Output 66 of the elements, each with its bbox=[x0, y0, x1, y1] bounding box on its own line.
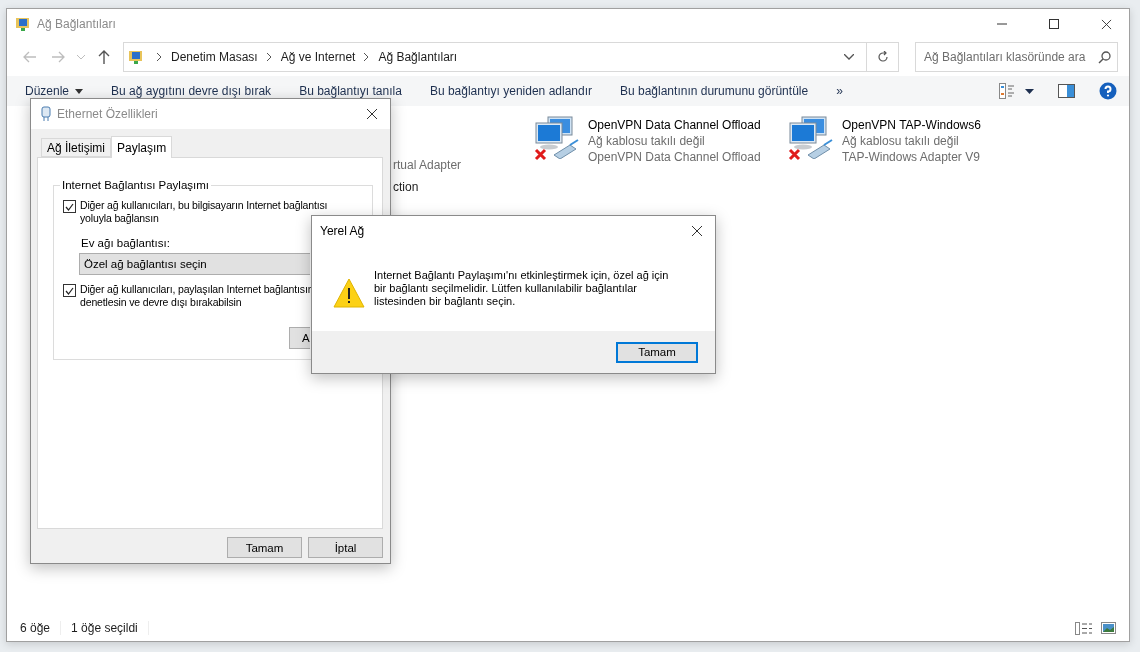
help-icon[interactable] bbox=[1099, 82, 1117, 100]
address-bar[interactable]: Denetim Masası Ağ ve Internet Ağ Bağlantıları bbox=[123, 42, 899, 72]
item-detail: rtual Adapter bbox=[393, 158, 462, 172]
up-arrow-icon bbox=[98, 50, 110, 64]
dialog-title: Ethernet Özellikleri bbox=[57, 107, 159, 121]
connection-name[interactable]: OpenVPN TAP-Windows6 bbox=[842, 118, 981, 132]
status-text: 1 öğe seçildi bbox=[71, 621, 149, 635]
device-name: TAP-Windows Adapter V9 bbox=[842, 150, 981, 164]
back-arrow-icon bbox=[23, 51, 37, 63]
preview-pane-icon[interactable] bbox=[1058, 84, 1075, 98]
more-button[interactable]: » bbox=[822, 78, 857, 104]
checkbox[interactable] bbox=[63, 200, 76, 213]
maximize-icon bbox=[1049, 19, 1059, 29]
cancel-button[interactable]: İptal bbox=[308, 537, 383, 558]
chevron-icon bbox=[266, 53, 272, 61]
connection-status: Ağ kablosu takılı değil bbox=[842, 134, 960, 148]
close-icon bbox=[691, 225, 703, 237]
refresh-icon[interactable] bbox=[876, 51, 889, 63]
network-computers-icon bbox=[788, 115, 834, 159]
close-icon bbox=[366, 108, 378, 120]
ok-button[interactable]: Tamam bbox=[227, 537, 302, 558]
status-text: 6 öğe bbox=[20, 621, 62, 635]
breadcrumb-item[interactable]: Ağ Bağlantıları bbox=[378, 50, 458, 64]
connection-status: Ağ kablosu takılı değil bbox=[588, 134, 706, 148]
search-icon bbox=[1098, 50, 1111, 64]
dialog-title: Yerel Ağ bbox=[320, 224, 365, 238]
network-folder-icon bbox=[128, 49, 144, 65]
command-button[interactable]: Bu ağ aygıtını devre dışı bırak bbox=[97, 78, 286, 104]
home-connection-select[interactable]: Özel ağ bağlantısı seçin bbox=[79, 253, 310, 275]
close-icon bbox=[1100, 18, 1112, 30]
connection-name[interactable]: OpenVPN Data Channel Offload bbox=[588, 118, 761, 132]
checkbox[interactable] bbox=[63, 284, 76, 297]
large-icons-view-icon[interactable] bbox=[1101, 622, 1116, 634]
dropdown-icon[interactable] bbox=[844, 54, 854, 60]
breadcrumb-item[interactable]: Ağ ve Internet bbox=[280, 50, 356, 64]
ok-button[interactable]: Tamam bbox=[616, 341, 698, 363]
group-title: Internet Bağlantısı Paylaşımı bbox=[61, 179, 211, 191]
warning-icon bbox=[333, 278, 365, 308]
caret-icon bbox=[75, 88, 84, 94]
field-label: Ev ağı bağlantısı: bbox=[81, 237, 171, 249]
chevron-down-icon bbox=[77, 54, 85, 60]
network-computers-icon bbox=[534, 115, 580, 159]
search-field[interactable]: Ağ Bağlantıları klasöründe ara bbox=[922, 49, 1098, 65]
checkbox-label: Diğer ağ kullanıcıları, paylaşılan Internet bağlantısın denetlesin ve devre dışı bırakabilsin bbox=[80, 283, 314, 309]
organize-menu[interactable]: Düzenle bbox=[11, 78, 98, 104]
tab[interactable]: Ağ İletişimi bbox=[41, 138, 111, 157]
details-view-icon[interactable] bbox=[1075, 621, 1093, 635]
view-options-icon[interactable] bbox=[999, 83, 1015, 99]
forward-arrow-icon bbox=[51, 51, 65, 63]
breadcrumb-item[interactable]: Denetim Masası bbox=[171, 50, 258, 64]
network-adapter-icon bbox=[41, 106, 51, 122]
chevron-icon bbox=[364, 53, 370, 61]
command-button[interactable]: Bu bağlantıyı tanıla bbox=[285, 78, 416, 104]
tab[interactable]: Paylaşım bbox=[111, 136, 173, 158]
command-button[interactable]: Bu bağlantıyı yeniden adlandır bbox=[415, 78, 606, 104]
command-button[interactable]: Bu bağlantının durumunu görüntüle bbox=[606, 78, 823, 104]
search-box[interactable]: Ağ Bağlantıları klasöründe ara bbox=[915, 42, 1118, 72]
message-text: Internet Bağlantı Paylaşımı'nı etkinleştirmek için, özel ağ için bir bağlantı seçilmelidir. Lütfen kullanılabilir bağlantılar listesinden bir bağlantı seçin. bbox=[374, 269, 670, 309]
settings-button[interactable]: A bbox=[289, 327, 310, 349]
device-name: OpenVPN Data Channel Offload bbox=[588, 150, 761, 164]
window-title: Ağ Bağlantıları bbox=[37, 17, 117, 31]
item-name: ction bbox=[393, 180, 419, 194]
caret-icon[interactable] bbox=[1025, 88, 1034, 94]
network-folder-icon bbox=[15, 16, 31, 32]
chevron-icon bbox=[157, 53, 162, 61]
checkbox-label: Diğer ağ kullanıcıları, bu bilgisayarın Internet bağlantısı yoluyla bağlansın bbox=[80, 199, 328, 225]
